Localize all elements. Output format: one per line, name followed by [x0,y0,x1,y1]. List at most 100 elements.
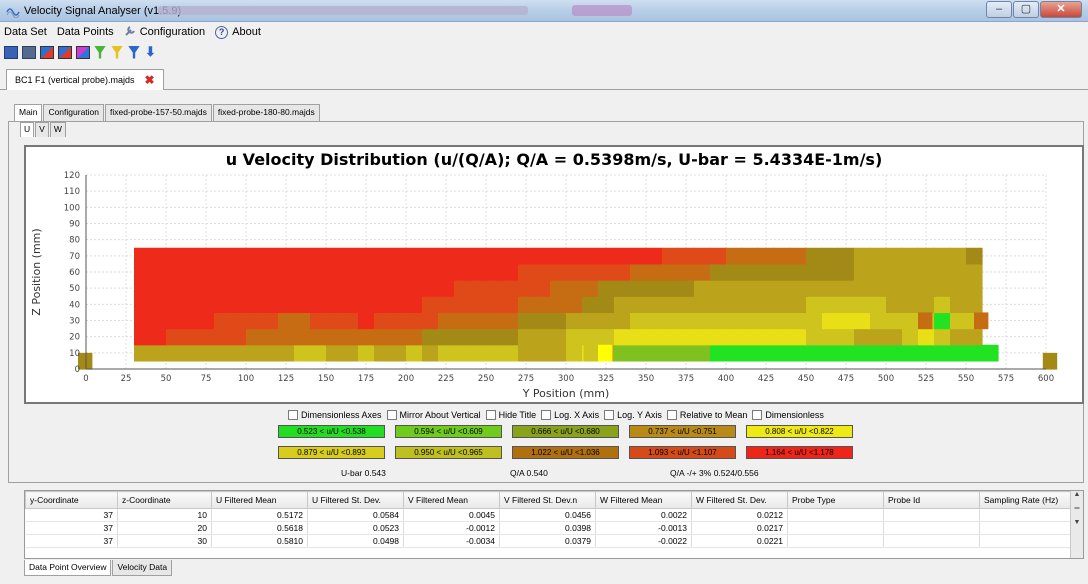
heatmap-cell [182,328,199,346]
checkbox-box[interactable] [485,410,496,420]
filter-green-icon[interactable] [94,45,106,59]
table-row[interactable]: 37 20 0.5618 0.0523 -0.0012 0.0398 -0.0013 0.02… [25,521,1076,535]
menu-about[interactable]: ? About [215,25,261,39]
heatmap-cell [870,344,887,362]
heatmap-cell [406,280,423,297]
grid-icon[interactable] [22,45,36,59]
heatmap-cell [614,312,631,330]
minimize-button[interactable]: – [986,1,1012,18]
column-header[interactable]: z-Coordinate [117,491,212,509]
heatmap-cell [454,344,471,362]
heatmap-cell [326,280,343,297]
checkbox-log-x[interactable]: Log. X Axis [541,410,599,420]
tab-velocity-data[interactable]: Velocity Data [112,560,173,576]
table-row[interactable]: 37 10 0.5172 0.0584 0.0045 0.0456 0.0022 0.0212 [25,508,1076,522]
heatmap-cell [774,344,791,362]
column-header[interactable]: Probe Id [883,491,980,509]
heatmap-cell [950,263,967,281]
tab-fixed-probe-157[interactable]: fixed-probe-157-50.majds [105,104,212,121]
chart-icon[interactable] [40,45,54,59]
checkbox-dimensionless[interactable]: Dimensionless [752,410,824,420]
tab-data-point-overview[interactable]: Data Point Overview [24,560,112,576]
maximize-button[interactable]: ▢ [1013,1,1039,18]
heatmap-cell [278,263,295,281]
heatmap-cell [390,328,407,346]
checkbox-log-y[interactable]: Log. Y Axis [604,410,662,420]
heatmap-cell [534,312,551,330]
table-cell: 0.0456 [499,508,596,522]
heatmap-cell [182,312,199,330]
tab-configuration[interactable]: Configuration [43,104,104,121]
checkbox-box[interactable] [752,410,763,420]
heatmap-cell [694,263,711,281]
table-scrollbar[interactable]: ▲ ═ ▼ [1070,491,1083,558]
heatmap-cell [262,312,279,330]
tab-v[interactable]: V [35,122,49,137]
arrow-down-icon[interactable]: ⬇ [145,44,156,60]
heatmap-cell [870,296,887,314]
heatmap-cell [214,263,231,281]
checkbox-box[interactable] [666,410,677,420]
column-header[interactable]: W Filtered Mean [595,491,692,509]
checkbox-box[interactable] [604,410,615,420]
heatmap-cell [694,280,711,297]
menu-data-set[interactable]: Data Set [4,26,47,38]
column-header[interactable]: Probe Type [787,491,884,509]
checkbox-relative-mean[interactable]: Relative to Mean [666,410,747,420]
heatmap-cell [390,247,407,265]
heatmap-cell [454,263,471,281]
checkbox-box[interactable] [288,410,298,420]
filter-yellow-icon[interactable] [111,45,123,59]
heatmap-cell [406,328,423,346]
column-header[interactable]: V Filtered Mean [403,491,500,509]
heatmap-cell [566,344,583,362]
tab-fixed-probe-180[interactable]: fixed-probe-180-80.majds [212,104,320,121]
heatmap-cell [326,312,343,330]
heatmap-cell [486,247,503,265]
legend-item: 0.808 < u/U <0.822 [746,425,853,438]
x-tick-label: 250 [478,374,494,384]
heatmap-cell [662,247,679,265]
heatmap-cell [470,344,487,362]
heatmap-cell [502,247,519,265]
column-header[interactable]: W Filtered St. Dev. [691,491,788,509]
column-header[interactable]: y-Coordinate [25,491,118,509]
chart-alt-icon[interactable] [76,45,90,59]
checkbox-hide-title[interactable]: Hide Title [485,410,536,420]
checkbox-mirror-vertical[interactable]: Mirror About Vertical [386,410,481,420]
book-icon[interactable] [4,45,18,59]
column-header[interactable]: U Filtered St. Dev. [307,491,404,509]
table-row[interactable]: 37 30 0.5810 0.0498 -0.0034 0.0379 -0.0022 0.02… [25,534,1076,548]
menu-configuration[interactable]: Configuration [124,25,205,40]
tab-main[interactable]: Main [14,104,43,121]
heatmap-cell [918,344,935,362]
tab-w[interactable]: W [49,122,66,137]
checkbox-dimensionless-axes[interactable]: Dimensionless Axes [288,410,382,420]
legend-row: 0.523 < u/U <0.538 0.594 < u/U <0.609 0.… [278,425,863,438]
heatmap-cell [854,263,871,281]
heatmap-cell [806,280,823,297]
close-tab-icon[interactable]: ✖ [145,73,155,87]
chart-icon[interactable] [58,45,72,59]
close-button[interactable]: ✕ [1040,1,1082,18]
table-cell: 0.0498 [307,534,404,548]
heatmap-cell [646,312,663,330]
heatmap-cell [230,296,247,314]
checkbox-box[interactable] [386,410,397,420]
file-tab[interactable]: BC1 F1 (vertical probe).majds ✖ [6,69,164,90]
heatmap-cell [134,247,151,265]
tab-u[interactable]: U [20,122,35,137]
column-header[interactable]: U Filtered Mean [211,491,308,509]
checkbox-box[interactable] [541,410,552,420]
menu-data-points[interactable]: Data Points [57,26,114,38]
heatmap-cell [982,344,999,362]
column-header[interactable]: V Filtered St. Dev.n [499,491,596,509]
heatmap-cell [598,312,615,330]
filter-blue-icon[interactable] [128,45,140,59]
heatmap-cell [822,280,839,297]
heatmap-cell [582,312,599,330]
heatmap-cell [598,328,615,346]
x-tick-label: 550 [958,374,974,384]
column-header[interactable]: Sampling Rate (Hz) [979,491,1076,509]
heatmap-cell [966,328,983,346]
